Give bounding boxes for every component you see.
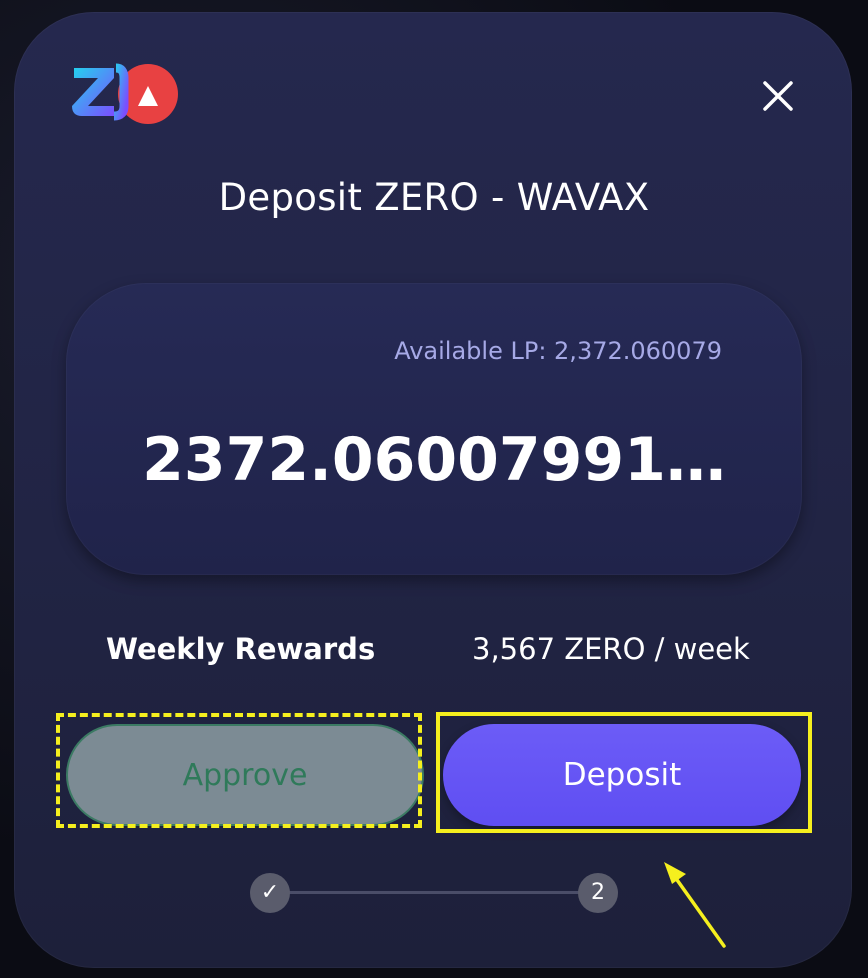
approve-highlight-box [56, 713, 422, 828]
weekly-rewards-value: 3,567 ZERO / week [472, 632, 750, 666]
amount-panel: Available LP: 2,372.060079 [66, 283, 802, 575]
pointer-arrow-icon [664, 862, 726, 948]
zero-avax-logo [72, 63, 178, 124]
close-icon[interactable] [760, 78, 796, 114]
deposit-highlight-box [436, 712, 812, 833]
step-1-check: ✓ [250, 873, 290, 913]
available-lp-label: Available LP: 2,372.060079 [394, 337, 722, 365]
modal-title: Deposit ZERO - WAVAX [218, 176, 650, 219]
stepper-track [270, 891, 598, 894]
weekly-rewards-label: Weekly Rewards [106, 632, 376, 666]
step-2-indicator: 2 [578, 873, 618, 913]
deposit-amount-input[interactable] [106, 425, 762, 495]
